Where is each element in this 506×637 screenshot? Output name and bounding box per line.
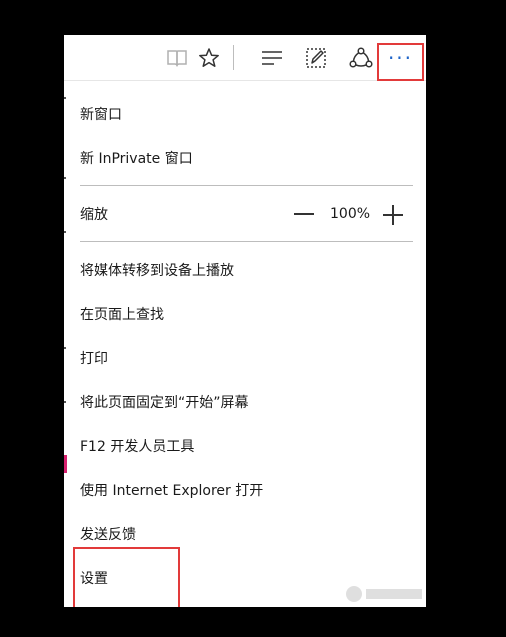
favorite-star-icon bbox=[199, 48, 219, 67]
zoom-in-button[interactable] bbox=[382, 204, 404, 226]
web-note-icon bbox=[306, 48, 326, 68]
menu-item-label: 在页面上查找 bbox=[80, 307, 164, 323]
menu-item-label: 设置 bbox=[80, 571, 108, 587]
menu-item-print[interactable]: 打印 bbox=[80, 340, 400, 376]
page-edge-strip bbox=[64, 81, 67, 607]
menu-item-label: F12 开发人员工具 bbox=[80, 439, 195, 455]
menu-item-new-window[interactable]: 新窗口 bbox=[80, 96, 400, 132]
menu-item-find-on-page[interactable]: 在页面上查找 bbox=[80, 296, 400, 332]
share-icon bbox=[349, 47, 373, 68]
menu-item-open-with-ie[interactable]: 使用 Internet Explorer 打开 bbox=[80, 472, 400, 508]
menu-item-f12-developer-tools[interactable]: F12 开发人员工具 bbox=[80, 428, 400, 464]
menu-item-cast-media[interactable]: 将媒体转移到设备上播放 bbox=[80, 252, 400, 288]
menu-item-send-feedback[interactable]: 发送反馈 bbox=[80, 516, 400, 552]
menu-item-label: 将此页面固定到“开始”屏幕 bbox=[80, 395, 249, 411]
zoom-out-button[interactable] bbox=[293, 204, 315, 224]
more-actions-button[interactable]: ··· bbox=[377, 43, 424, 81]
more-dots-icon: ··· bbox=[387, 46, 414, 70]
menu-item-label: 新窗口 bbox=[80, 107, 122, 123]
menu-item-new-inprivate-window[interactable]: 新 InPrivate 窗口 bbox=[80, 140, 400, 176]
zoom-label: 缩放 bbox=[80, 207, 108, 223]
browser-toolbar: ··· bbox=[64, 35, 426, 81]
favorites-button[interactable] bbox=[192, 41, 226, 75]
menu-separator bbox=[80, 241, 413, 242]
menu-item-label: 使用 Internet Explorer 打开 bbox=[80, 483, 264, 499]
zoom-row: 缩放 100% bbox=[80, 196, 413, 232]
menu-item-label: 将媒体转移到设备上播放 bbox=[80, 263, 234, 279]
share-button[interactable] bbox=[344, 41, 378, 75]
menu-separator bbox=[80, 185, 413, 186]
menu-item-pin-to-start[interactable]: 将此页面固定到“开始”屏幕 bbox=[80, 384, 400, 420]
toolbar-divider bbox=[233, 45, 234, 70]
watermark-logo bbox=[346, 586, 422, 602]
menu-item-label: 新 InPrivate 窗口 bbox=[80, 151, 193, 167]
zoom-level-value: 100% bbox=[330, 206, 371, 222]
reading-view-icon bbox=[167, 50, 187, 67]
web-note-button[interactable] bbox=[299, 41, 333, 75]
menu-item-label: 打印 bbox=[80, 351, 108, 367]
reading-view-button[interactable] bbox=[160, 41, 194, 75]
browser-window: ··· 新窗口 新 InPrivate 窗口 缩放 100% 将媒体转移到设备上… bbox=[64, 35, 426, 607]
menu-item-label: 发送反馈 bbox=[80, 527, 136, 543]
hub-icon bbox=[262, 51, 282, 65]
hub-button[interactable] bbox=[255, 41, 289, 75]
page-edge-highlight bbox=[64, 455, 67, 473]
